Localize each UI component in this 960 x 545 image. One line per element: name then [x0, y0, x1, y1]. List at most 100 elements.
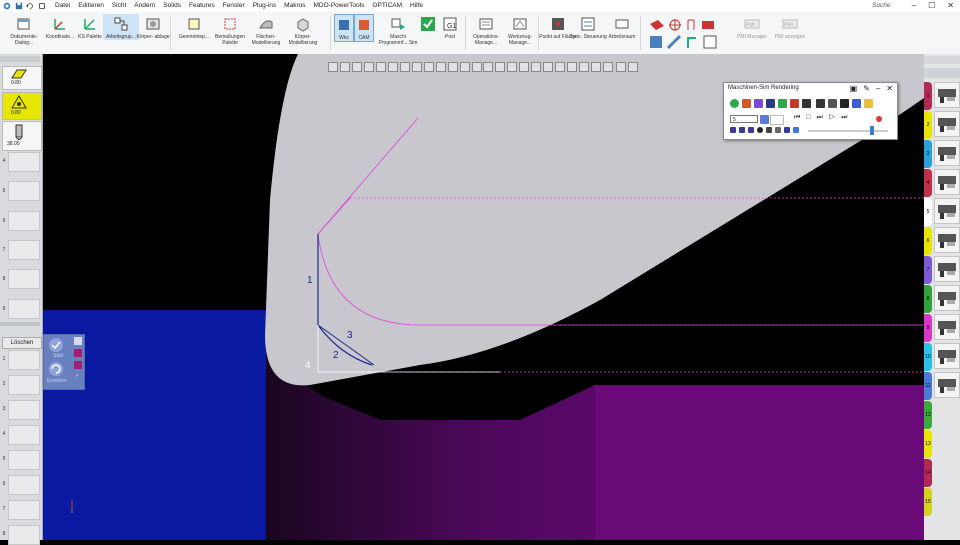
- sim-record-icon[interactable]: [876, 116, 882, 122]
- tool-manager-button[interactable]: Werkzeug- Manage...: [502, 14, 538, 46]
- sim-refresh-icon[interactable]: [730, 99, 739, 108]
- dock-icon[interactable]: ▣: [850, 84, 858, 93]
- close-icon[interactable]: ✕: [947, 1, 954, 11]
- sim-option-icon[interactable]: [766, 127, 772, 133]
- app-logo-icon[interactable]: [3, 2, 11, 10]
- sim-axis-icon[interactable]: [802, 99, 811, 108]
- sim-check-icon[interactable]: [778, 99, 787, 108]
- turret-tool-slot[interactable]: [934, 111, 960, 137]
- turret-slot-number[interactable]: 4: [924, 169, 932, 197]
- turret-slot-number[interactable]: 2: [924, 111, 932, 139]
- menu-opticam[interactable]: OPTICAM: [372, 1, 402, 11]
- pmi-show-button[interactable]: PMI PMI anzeigen: [770, 14, 810, 40]
- sim-progress-track[interactable]: [808, 130, 888, 132]
- turret-slot-number[interactable]: 3: [924, 140, 932, 168]
- sim-edit-icon[interactable]: [790, 99, 799, 108]
- turret-tool-slot[interactable]: [934, 256, 960, 282]
- close-icon[interactable]: ✕: [886, 84, 893, 93]
- minimize-icon[interactable]: –: [876, 84, 880, 93]
- menu-aendern[interactable]: Ändern: [134, 1, 155, 11]
- wkz-button[interactable]: Wkz: [334, 14, 354, 42]
- sim-tool-icon[interactable]: [766, 99, 775, 108]
- menu-sicht[interactable]: Sicht: [112, 1, 126, 11]
- sim-playback-controls[interactable]: ⏮□⏭▷⏭: [794, 114, 853, 122]
- tool-slot-2[interactable]: 0.80: [2, 92, 42, 120]
- popup-tool-icon[interactable]: [74, 349, 82, 357]
- turret-tool-slot[interactable]: [934, 169, 960, 195]
- minimize-icon[interactable]: –: [912, 1, 916, 11]
- maximize-icon[interactable]: ☐: [928, 1, 935, 11]
- sim-option-icon[interactable]: [739, 127, 745, 133]
- sim-speed-dropdown[interactable]: [770, 115, 784, 125]
- popup-tool-icon[interactable]: [74, 361, 82, 369]
- sim-speed-input[interactable]: 5: [730, 115, 758, 123]
- documents-dialog-button[interactable]: Dokumente- Dialog...: [6, 14, 42, 46]
- surface-modeling-button[interactable]: Flächen- Modellierung: [248, 14, 284, 46]
- tool-slot-4[interactable]: [8, 152, 40, 172]
- turret-slot-number[interactable]: 14: [924, 459, 932, 487]
- menu-features[interactable]: Features: [189, 1, 215, 11]
- measure-tools-icons[interactable]: [648, 16, 728, 52]
- turret-tool-slot[interactable]: [934, 314, 960, 340]
- turret-tool-slot[interactable]: [934, 140, 960, 166]
- replace-icon[interactable]: [48, 361, 64, 377]
- popup-tool-icon[interactable]: [74, 337, 82, 345]
- delete-button[interactable]: Löschen: [2, 337, 42, 349]
- undo-icon[interactable]: [26, 2, 34, 10]
- chevron-right-icon[interactable]: ›: [76, 373, 78, 379]
- turret-slot-number[interactable]: 13: [924, 430, 932, 458]
- post-button[interactable]: G1 Post: [432, 14, 468, 40]
- sim-progress-thumb[interactable]: [870, 126, 874, 135]
- sim-option-icon[interactable]: [757, 127, 763, 133]
- tool-slot-7[interactable]: [8, 240, 40, 260]
- view-toolbar-1[interactable]: [328, 62, 482, 72]
- tool-slot-8[interactable]: [8, 269, 40, 289]
- lower-slot-1[interactable]: [8, 350, 40, 370]
- sim-folder-icon[interactable]: [864, 99, 873, 108]
- pin-icon[interactable]: ✎: [863, 84, 870, 93]
- sim-option-icon[interactable]: [784, 127, 790, 133]
- sim-option-icon[interactable]: [730, 127, 736, 133]
- menu-solids[interactable]: Solids: [163, 1, 181, 11]
- lower-slot-2[interactable]: [8, 375, 40, 395]
- sim-stock-icon[interactable]: [742, 99, 751, 108]
- turret-tool-slot[interactable]: [934, 82, 960, 108]
- menu-mdo-powertools[interactable]: MDO-PowerTools: [313, 1, 364, 11]
- pmi-manager-button[interactable]: PMI PMI Manager: [732, 14, 772, 40]
- tool-slot-1[interactable]: 0.80: [2, 66, 42, 90]
- tool-slot-5[interactable]: [8, 181, 40, 201]
- redo-icon[interactable]: [38, 2, 46, 10]
- sim-option-icon[interactable]: [775, 127, 781, 133]
- menu-plugins[interactable]: Plug-ins: [253, 1, 276, 11]
- menu-fenster[interactable]: Fenster: [223, 1, 245, 11]
- body-storage-button[interactable]: Körper- ablage: [135, 14, 171, 40]
- menu-datei[interactable]: Datei: [55, 1, 70, 11]
- turret-slot-number[interactable]: 1: [924, 82, 932, 110]
- dimension-palette-button[interactable]: Bemaßungen Palette: [212, 14, 248, 46]
- turret-slot-number[interactable]: 8: [924, 285, 932, 313]
- menu-makros[interactable]: Makros: [284, 1, 305, 11]
- search-input[interactable]: Suche: [872, 1, 890, 11]
- sim-step-icon[interactable]: [828, 99, 837, 108]
- turret-tool-slot[interactable]: [934, 227, 960, 253]
- turret-tool-slot[interactable]: [934, 372, 960, 398]
- view-toolbar-3[interactable]: [616, 62, 638, 72]
- sim-globe-icon[interactable]: [852, 99, 861, 108]
- lower-slot-5[interactable]: [8, 450, 40, 470]
- view-toolbar-2[interactable]: [483, 62, 613, 72]
- left-panel-divider[interactable]: [0, 322, 40, 326]
- turret-slot-number[interactable]: 5: [924, 198, 932, 226]
- turret-tool-slot[interactable]: [934, 285, 960, 311]
- body-modeling-button[interactable]: Körper- Modellierung: [285, 14, 321, 46]
- lower-slot-6[interactable]: [8, 475, 40, 495]
- tool-slot-3[interactable]: 38.00: [2, 121, 42, 151]
- turret-slot-number[interactable]: 10: [924, 343, 932, 371]
- turret-slot-number[interactable]: 11: [924, 372, 932, 400]
- sim-lock-icon[interactable]: [816, 99, 825, 108]
- sim-option-icon[interactable]: [793, 127, 799, 133]
- turret-tool-slot[interactable]: [934, 198, 960, 224]
- tool-slot-9[interactable]: [8, 299, 40, 319]
- turret-slot-number[interactable]: 12: [924, 401, 932, 429]
- menu-editieren[interactable]: Editieren: [78, 1, 104, 11]
- lower-slot-7[interactable]: [8, 500, 40, 520]
